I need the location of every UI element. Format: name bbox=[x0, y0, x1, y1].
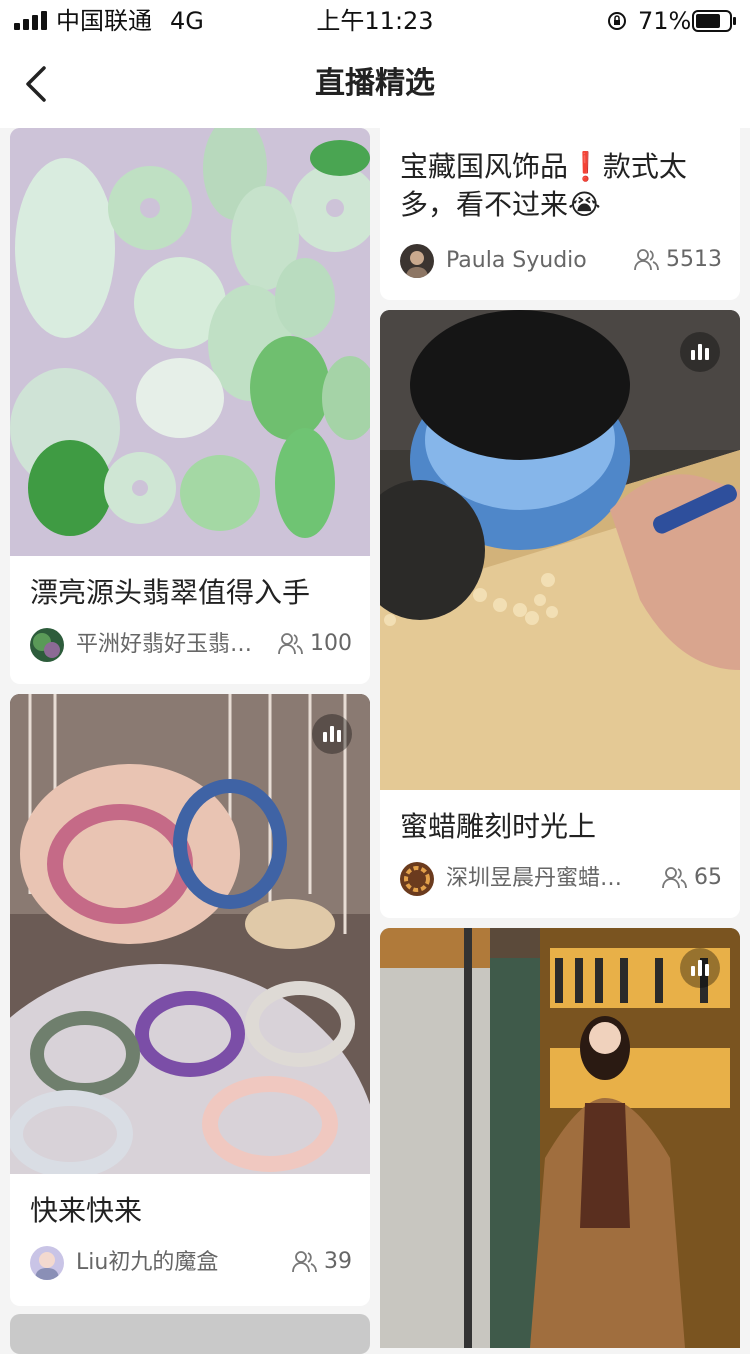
live-card[interactable]: 宝藏国风饰品❗️款式太多，看不过来😭 Paula Syudio 5513 bbox=[380, 128, 740, 300]
viewer-count: 39 bbox=[292, 1246, 352, 1280]
live-card[interactable]: 漂亮源头翡翠值得入手 平洲好翡好玉翡… 100 bbox=[10, 128, 370, 684]
card-cover-image bbox=[380, 310, 740, 790]
viewer-count: 5513 bbox=[634, 244, 722, 278]
avatar bbox=[400, 244, 434, 278]
viewer-count-value: 5513 bbox=[666, 247, 722, 272]
card-cover-image bbox=[380, 928, 740, 1348]
card-title: 蜜蜡雕刻时光上 bbox=[400, 810, 597, 843]
battery-percent: 71% bbox=[638, 7, 692, 35]
author-name: 平洲好翡好玉翡… bbox=[76, 632, 253, 657]
live-bars-icon bbox=[680, 948, 720, 988]
author-name: 深圳昱晨丹蜜蜡… bbox=[446, 866, 623, 891]
avatar bbox=[30, 628, 64, 662]
orientation-lock-icon bbox=[608, 12, 626, 30]
page-title: 直播精选 bbox=[315, 66, 435, 101]
viewer-count: 65 bbox=[662, 862, 722, 896]
battery-icon bbox=[692, 10, 736, 32]
avatar bbox=[30, 1246, 64, 1280]
live-card[interactable] bbox=[380, 928, 740, 1348]
nav-bar: 直播精选 bbox=[0, 40, 750, 128]
card-title: 快来快来 bbox=[30, 1194, 143, 1227]
viewers-icon bbox=[278, 633, 303, 655]
live-bars-icon bbox=[312, 714, 352, 754]
viewers-icon bbox=[634, 249, 659, 271]
avatar bbox=[400, 862, 434, 896]
viewer-count-value: 65 bbox=[694, 865, 722, 890]
author-name: Paula Syudio bbox=[446, 248, 587, 273]
viewer-count-value: 100 bbox=[310, 631, 352, 656]
viewer-count-value: 39 bbox=[324, 1249, 352, 1274]
card-title: 漂亮源头翡翠值得入手 bbox=[30, 576, 311, 609]
card-meta: Liu初九的魔盒 39 bbox=[30, 1246, 352, 1286]
live-card[interactable]: 蜜蜡雕刻时光上 深圳昱晨丹蜜蜡… 65 bbox=[380, 310, 740, 918]
card-meta: 深圳昱晨丹蜜蜡… 65 bbox=[400, 862, 722, 902]
card-title: 宝藏国风饰品❗️款式太多，看不过来😭 bbox=[400, 150, 687, 221]
status-bar: 中国联通 4G 上午11:23 71% bbox=[0, 0, 750, 40]
card-cover-image bbox=[10, 128, 370, 556]
card-cover-image bbox=[10, 694, 370, 1174]
live-card[interactable]: 快来快来 Liu初九的魔盒 39 bbox=[10, 694, 370, 1306]
viewer-count: 100 bbox=[278, 628, 352, 662]
card-meta: 平洲好翡好玉翡… 100 bbox=[30, 628, 352, 668]
viewers-icon bbox=[662, 867, 687, 889]
live-card[interactable] bbox=[10, 1314, 370, 1354]
author-name: Liu初九的魔盒 bbox=[76, 1250, 219, 1275]
live-bars-icon bbox=[680, 332, 720, 372]
viewers-icon bbox=[292, 1251, 317, 1273]
card-meta: Paula Syudio 5513 bbox=[400, 244, 722, 284]
